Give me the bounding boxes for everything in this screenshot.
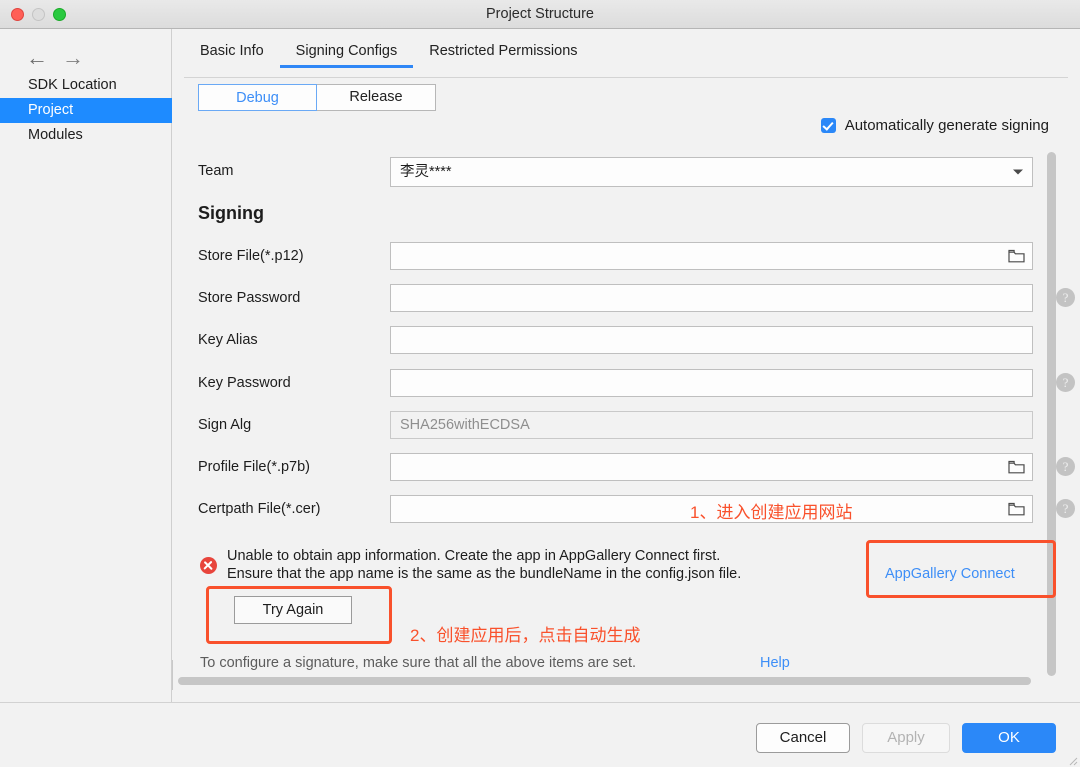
apply-button: Apply bbox=[862, 723, 950, 753]
sign-alg-input: SHA256withECDSA bbox=[390, 411, 1033, 439]
team-selected-value: 李灵**** bbox=[400, 164, 452, 180]
segment-release[interactable]: Release bbox=[316, 85, 435, 110]
profile-file-input[interactable] bbox=[390, 453, 1033, 481]
sign-alg-value: SHA256withECDSA bbox=[400, 417, 530, 433]
key-password-label: Key Password bbox=[198, 375, 291, 391]
signing-section-title: Signing bbox=[198, 203, 264, 223]
sidebar-item-project[interactable]: Project bbox=[0, 98, 172, 123]
arrow-left-icon[interactable]: ← bbox=[26, 47, 48, 69]
help-link[interactable]: Help bbox=[760, 655, 790, 671]
folder-icon[interactable] bbox=[1000, 496, 1032, 522]
sidebar-nav-arrows: ← → bbox=[26, 47, 84, 69]
project-structure-dialog: Project Structure ← → SDK Location Proje… bbox=[0, 0, 1080, 767]
folder-icon[interactable] bbox=[1000, 243, 1032, 269]
sidebar-item-sdk-location[interactable]: SDK Location bbox=[0, 73, 172, 98]
key-password-input[interactable] bbox=[390, 369, 1033, 397]
folder-icon[interactable] bbox=[1000, 454, 1032, 480]
team-label: Team bbox=[198, 163, 234, 179]
vertical-scrollbar[interactable] bbox=[1047, 152, 1056, 676]
key-alias-input[interactable] bbox=[390, 326, 1033, 354]
store-file-label: Store File(*.p12) bbox=[198, 248, 304, 264]
auto-generate-signing-checkbox[interactable] bbox=[820, 118, 836, 133]
team-select[interactable]: 李灵**** bbox=[390, 157, 1033, 187]
panel-divider bbox=[172, 660, 173, 690]
window-title: Project Structure bbox=[486, 6, 594, 22]
sidebar: ← → SDK Location Project Modules bbox=[0, 29, 172, 702]
help-icon-key-password[interactable]: ? bbox=[1056, 373, 1075, 392]
store-password-label: Store Password bbox=[198, 290, 301, 306]
auto-generate-signing-row[interactable]: Automatically generate signing bbox=[820, 117, 1049, 134]
key-password-row: Key Password ? bbox=[198, 369, 1075, 397]
tab-bar: Basic Info Signing Configs Restricted Pe… bbox=[184, 43, 594, 68]
tab-restricted-permissions[interactable]: Restricted Permissions bbox=[413, 43, 593, 68]
profile-file-label: Profile File(*.p7b) bbox=[198, 459, 311, 475]
store-file-input[interactable] bbox=[390, 242, 1033, 270]
resize-grip[interactable] bbox=[1066, 753, 1078, 766]
sign-alg-label: Sign Alg bbox=[198, 417, 252, 433]
store-file-row: Store File(*.p12) bbox=[198, 242, 1053, 270]
help-icon-store-password[interactable]: ? bbox=[1056, 288, 1075, 307]
tab-signing-configs[interactable]: Signing Configs bbox=[279, 43, 414, 68]
signature-hint-text: To configure a signature, make sure that… bbox=[200, 655, 637, 671]
team-row: Team 李灵**** bbox=[198, 157, 1053, 187]
window-titlebar: Project Structure bbox=[0, 0, 1080, 29]
ok-button[interactable]: OK bbox=[962, 723, 1056, 753]
store-password-input[interactable] bbox=[390, 284, 1033, 312]
key-alias-row: Key Alias bbox=[198, 326, 1053, 354]
sidebar-item-modules[interactable]: Modules bbox=[0, 123, 172, 148]
cancel-button[interactable]: Cancel bbox=[756, 723, 850, 753]
sign-alg-row: Sign Alg SHA256withECDSA bbox=[198, 411, 1053, 439]
certpath-file-row: Certpath File(*.cer) ? bbox=[198, 495, 1075, 523]
try-again-button[interactable]: Try Again bbox=[234, 596, 352, 624]
error-icon bbox=[200, 557, 217, 574]
annotation-step-2: 2、创建应用后，点击自动生成 bbox=[410, 626, 641, 645]
horizontal-scrollbar[interactable] bbox=[178, 677, 1031, 685]
help-icon-profile-file[interactable]: ? bbox=[1056, 457, 1075, 476]
certpath-file-label: Certpath File(*.cer) bbox=[198, 501, 321, 517]
store-password-row: Store Password ? bbox=[198, 284, 1075, 312]
key-alias-label: Key Alias bbox=[198, 332, 258, 348]
help-icon-certpath-file[interactable]: ? bbox=[1056, 499, 1075, 518]
arrow-right-icon[interactable]: → bbox=[62, 47, 84, 69]
error-message-line-2: Ensure that the app name is the same as … bbox=[227, 566, 742, 582]
sidebar-list: SDK Location Project Modules bbox=[0, 73, 172, 148]
tab-basic-info[interactable]: Basic Info bbox=[184, 43, 280, 68]
tab-bar-divider bbox=[184, 77, 1068, 78]
error-message-line-1: Unable to obtain app information. Create… bbox=[227, 548, 721, 564]
appgallery-connect-link[interactable]: AppGallery Connect bbox=[885, 566, 1015, 582]
segment-debug[interactable]: Debug bbox=[198, 84, 317, 111]
build-variant-segmented-control: Debug Release bbox=[198, 84, 436, 111]
profile-file-row: Profile File(*.p7b) ? bbox=[198, 453, 1075, 481]
auto-generate-signing-label: Automatically generate signing bbox=[844, 117, 1049, 134]
annotation-step-1: 1、进入创建应用网站 bbox=[690, 503, 853, 522]
chevron-down-icon bbox=[1013, 169, 1023, 175]
